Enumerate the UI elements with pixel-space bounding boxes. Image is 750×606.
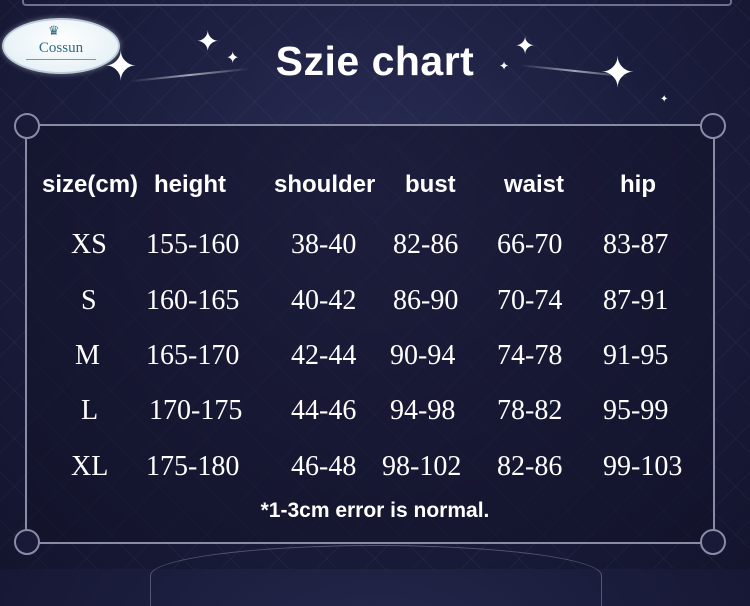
hip-value: 91-95 xyxy=(603,340,669,371)
hip-value: 83-87 xyxy=(603,229,669,260)
column-header-waist: waist xyxy=(504,171,565,198)
shoulder-value: 42-44 xyxy=(291,340,357,371)
shoulder-value: 40-42 xyxy=(291,285,357,316)
waist-value: 70-74 xyxy=(497,285,563,316)
bust-value: 86-90 xyxy=(393,285,459,316)
bust-value: 82-86 xyxy=(393,229,459,260)
shoulder-value: 38-40 xyxy=(291,229,357,260)
hip-value: 99-103 xyxy=(603,451,683,482)
hip-value: 87-91 xyxy=(603,285,669,316)
column-header-size: size(cm) xyxy=(42,171,139,198)
height-value: 160-165 xyxy=(146,285,240,316)
size-label: XL xyxy=(71,451,109,482)
column-header-hip: hip xyxy=(620,171,656,198)
height-value: 165-170 xyxy=(146,340,240,371)
error-note: *1-3cm error is normal. xyxy=(260,499,490,522)
page-title: Szie chart xyxy=(275,38,475,84)
frame-corner xyxy=(700,113,726,139)
waist-value: 82-86 xyxy=(497,451,563,482)
bust-value: 94-98 xyxy=(390,395,456,426)
size-label: S xyxy=(81,285,97,316)
size-label: L xyxy=(81,395,99,426)
bust-value: 90-94 xyxy=(390,340,456,371)
height-value: 170-175 xyxy=(149,395,243,426)
hip-value: 95-99 xyxy=(603,395,669,426)
bust-value: 98-102 xyxy=(382,451,462,482)
frame-corner xyxy=(14,529,40,555)
frame-corner xyxy=(700,529,726,555)
size-label: XS xyxy=(71,229,107,260)
column-header-bust: bust xyxy=(405,171,456,198)
top-frame xyxy=(22,0,732,6)
column-header-height: height xyxy=(154,171,226,198)
crown-icon: ♛ xyxy=(48,24,60,39)
sparkle-icon: ✦ xyxy=(660,94,669,105)
waist-value: 66-70 xyxy=(497,229,563,260)
frame-corner xyxy=(14,113,40,139)
waist-value: 74-78 xyxy=(497,340,563,371)
column-header-shoulder: shoulder xyxy=(274,171,376,198)
height-value: 175-180 xyxy=(146,451,240,482)
shoulder-value: 44-46 xyxy=(291,395,357,426)
shoulder-value: 46-48 xyxy=(291,451,357,482)
waist-value: 78-82 xyxy=(497,395,563,426)
decorative-arc xyxy=(150,545,602,606)
size-label: M xyxy=(75,340,100,371)
height-value: 155-160 xyxy=(146,229,240,260)
